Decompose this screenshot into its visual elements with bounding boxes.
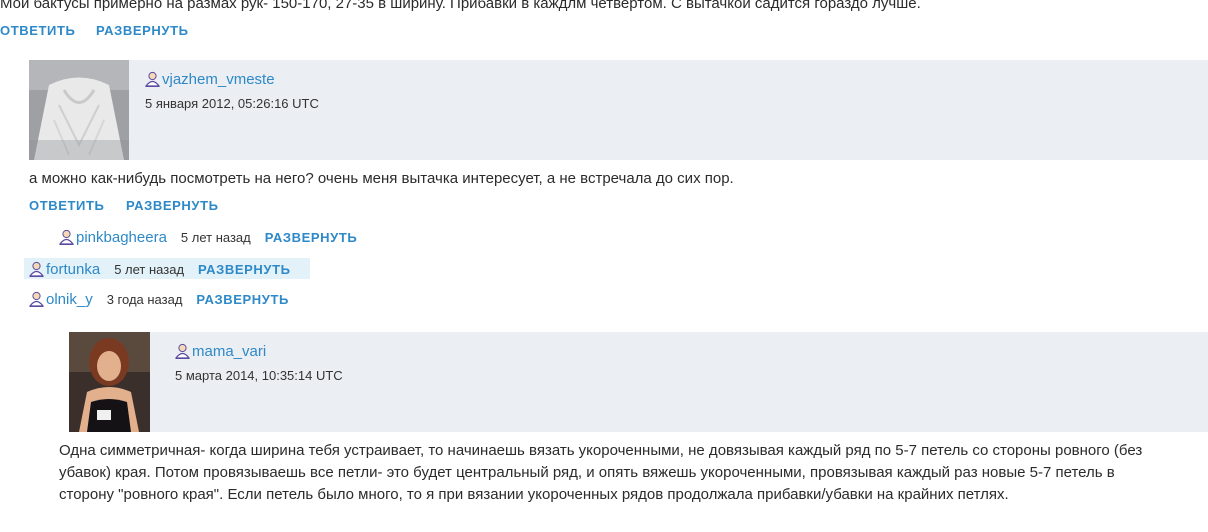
avatar-knit-image	[29, 60, 129, 160]
top-comment-text: Мои бактусы примерно на размах рук- 150-…	[0, 0, 921, 12]
collapsed-reply: pinkbagheera 5 лет назад РАЗВЕРНУТЬ	[58, 227, 358, 247]
relative-time: 5 лет назад	[114, 261, 185, 277]
username-label: mama_vari	[192, 342, 267, 360]
username-link-vjazhem-vmeste[interactable]: vjazhem_vmeste	[144, 69, 275, 89]
username-label: olnik_y	[46, 290, 93, 308]
expand-button[interactable]: РАЗВЕРНУТЬ	[196, 292, 289, 307]
username-label: vjazhem_vmeste	[162, 70, 275, 88]
username-link-olnik-y[interactable]: olnik_y	[28, 290, 93, 308]
relative-time: 3 года назад	[106, 291, 183, 307]
avatar-vjazhem-vmeste[interactable]	[29, 60, 129, 160]
user-icon	[144, 71, 161, 88]
collapsed-reply: olnik_y 3 года назад РАЗВЕРНУТЬ	[28, 289, 289, 309]
comment-text: Одна симметричная- когда ширина тебя уст…	[59, 442, 1143, 503]
username-label: fortunka	[46, 260, 101, 278]
username-link-fortunka[interactable]: fortunka	[28, 260, 101, 278]
reply-button[interactable]: ОТВЕТИТЬ	[29, 198, 104, 213]
user-icon	[174, 343, 191, 360]
collapsed-reply-highlighted: fortunka 5 лет назад РАЗВЕРНУТЬ	[28, 259, 291, 279]
comment-text: а можно как-нибудь посмотреть на него? о…	[29, 170, 734, 187]
comment-date: 5 января 2012, 05:26:16 UTC	[145, 96, 319, 111]
relative-time: 5 лет назад	[180, 229, 251, 245]
username-link-pinkbagheera[interactable]: pinkbagheera	[58, 228, 167, 246]
avatar-photo-image	[69, 332, 150, 432]
comment-date: 5 марта 2014, 10:35:14 UTC	[175, 368, 343, 383]
username-link-mama-vari[interactable]: mama_vari	[174, 341, 267, 361]
expand-button[interactable]: РАЗВЕРНУТЬ	[265, 230, 358, 245]
top-expand-button[interactable]: РАЗВЕРНУТЬ	[96, 23, 189, 38]
user-icon	[28, 291, 45, 308]
user-icon	[58, 229, 75, 246]
top-reply-button[interactable]: ОТВЕТИТЬ	[0, 23, 75, 38]
avatar-mama-vari[interactable]	[69, 332, 150, 432]
expand-button[interactable]: РАЗВЕРНУТЬ	[198, 262, 291, 277]
username-label: pinkbagheera	[76, 228, 167, 246]
user-icon	[28, 261, 45, 278]
expand-button[interactable]: РАЗВЕРНУТЬ	[126, 198, 219, 213]
